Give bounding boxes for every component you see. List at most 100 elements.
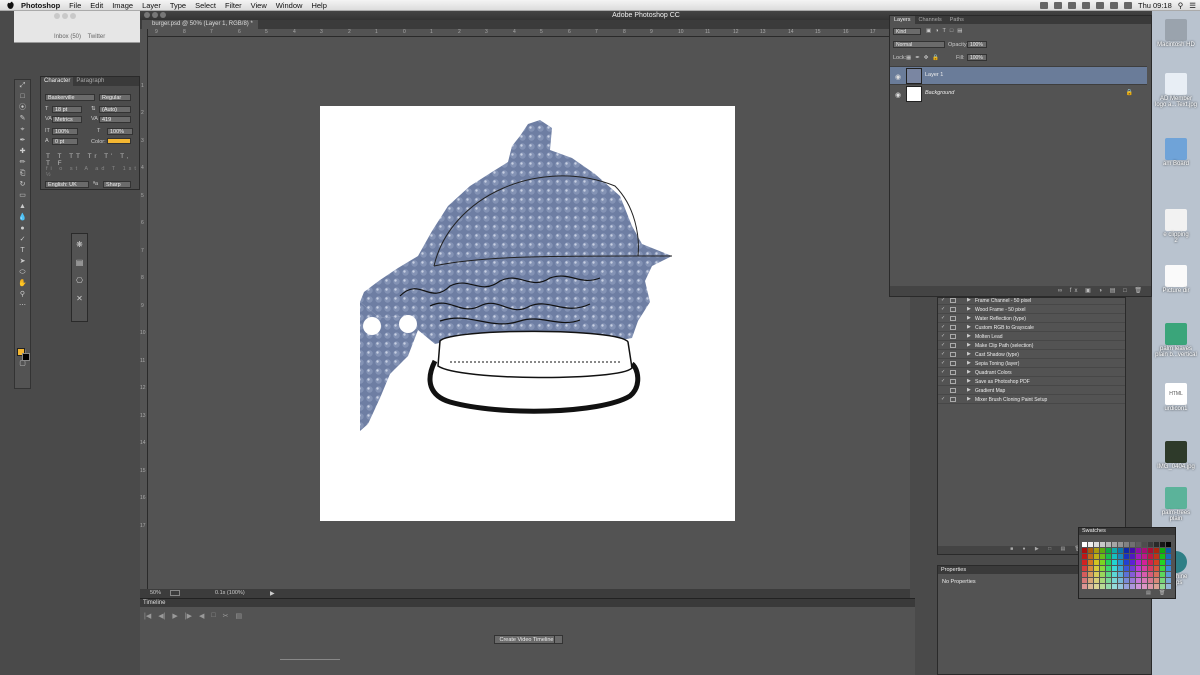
blend-mode-select[interactable]: Normal [893, 41, 945, 48]
kerning-field[interactable]: Metrics [52, 116, 82, 123]
color-swatch[interactable] [1148, 542, 1153, 547]
color-swatch[interactable] [1088, 584, 1093, 589]
color-swatch[interactable] [1166, 578, 1171, 583]
desktop-item[interactable]: Macintosh HD [1152, 19, 1200, 48]
expand-triangle-icon[interactable]: ▶ [967, 360, 971, 366]
desktop-item[interactable]: HTML urdicon1 [1152, 383, 1200, 412]
action-row[interactable]: ✓ ▶ Sepia Toning (layer) [938, 359, 1125, 368]
paint-bucket-icon[interactable]: ▲ [16, 202, 29, 211]
action-row[interactable]: ✓ ▶ Quadrant Colors [938, 368, 1125, 377]
action-check-icon[interactable]: ✓ [941, 360, 945, 366]
action-dialog-icon[interactable] [950, 343, 956, 348]
color-swatch[interactable] [1112, 584, 1117, 589]
minimize-button[interactable] [62, 13, 68, 19]
color-swatch[interactable] [1088, 554, 1093, 559]
color-swatch[interactable] [1118, 584, 1123, 589]
color-swatch[interactable] [1118, 554, 1123, 559]
opacity-field[interactable]: 100% [967, 41, 987, 48]
pen-tool-icon[interactable]: ✓ [16, 235, 29, 244]
zoom-level[interactable]: 50% [150, 590, 161, 596]
menu-app-name[interactable]: Photoshop [21, 1, 60, 10]
action-dialog-icon[interactable] [950, 316, 956, 321]
color-swatch[interactable] [1148, 584, 1153, 589]
color-swatch[interactable] [1094, 554, 1099, 559]
canvas-workspace[interactable] [148, 37, 910, 589]
color-swatch[interactable] [1100, 548, 1105, 553]
action-dialog-icon[interactable] [950, 298, 956, 303]
lock-icons[interactable]: ▦✒✥🔒 [906, 55, 943, 61]
ruler-horizontal[interactable]: 9 8 7 6 5 4 3 2 1 0 1 2 3 4 5 6 7 8 9 10… [148, 29, 910, 37]
menu-help[interactable]: Help [311, 1, 326, 10]
clone-stamp-icon[interactable]: ⎗ [16, 169, 29, 178]
more-tools-icon[interactable]: ⋯ [16, 301, 29, 310]
desktop-item[interactable]: Picture dir [1152, 265, 1200, 294]
expand-triangle-icon[interactable]: ▶ [967, 387, 971, 393]
color-swatch[interactable] [1106, 560, 1111, 565]
color-swatch[interactable] [1130, 554, 1135, 559]
menu-edit[interactable]: Edit [90, 1, 103, 10]
menubar-clock[interactable]: Thu 09:18 [1138, 1, 1172, 10]
desktop-item[interactable]: IMG_0404.jpg [1152, 441, 1200, 470]
color-swatch[interactable] [1130, 548, 1135, 553]
color-swatch[interactable] [1154, 560, 1159, 565]
share-icon[interactable] [170, 590, 180, 596]
color-swatch[interactable] [1142, 566, 1147, 571]
color-swatch[interactable] [1112, 548, 1117, 553]
desktop-item[interactable]: e clipping 2 [1152, 209, 1200, 244]
color-swatch[interactable] [1166, 572, 1171, 577]
color-swatch[interactable] [1130, 566, 1135, 571]
color-swatch[interactable] [1124, 584, 1129, 589]
color-swatch[interactable] [1130, 572, 1135, 577]
color-swatch[interactable] [1154, 584, 1159, 589]
text-color-swatch[interactable] [107, 138, 131, 144]
color-swatch[interactable] [1154, 572, 1159, 577]
fill-field[interactable]: 100% [967, 54, 987, 61]
layer-filter-select[interactable]: Kind [893, 28, 921, 35]
action-dialog-icon[interactable] [950, 361, 956, 366]
menu-layer[interactable]: Layer [142, 1, 161, 10]
brush-tool-icon[interactable]: ✏ [16, 158, 29, 167]
color-swatch[interactable] [1082, 560, 1087, 565]
action-check-icon[interactable]: ✓ [941, 342, 945, 348]
font-family-select[interactable]: Baskerville [45, 94, 95, 101]
properties-title[interactable]: Properties [941, 567, 966, 573]
menu-view[interactable]: View [251, 1, 267, 10]
color-swatch[interactable] [1160, 578, 1165, 583]
color-swatch[interactable] [1106, 542, 1111, 547]
ruler-vertical[interactable]: 1 2 3 4 5 6 7 8 9 10 11 12 13 14 15 16 1… [140, 29, 148, 589]
swatches-title[interactable]: Swatches [1082, 528, 1106, 534]
color-swatch[interactable] [1160, 566, 1165, 571]
time-machine-icon[interactable] [1067, 2, 1076, 9]
layer-row[interactable]: ◉ Layer 1 [890, 66, 1147, 84]
color-swatch[interactable] [1148, 554, 1153, 559]
action-check-icon[interactable]: ✓ [941, 306, 945, 312]
quick-select-tool-icon[interactable]: ✎ [16, 114, 29, 123]
expand-triangle-icon[interactable]: ▶ [967, 297, 971, 303]
creative-cloud-icon[interactable] [1039, 2, 1048, 9]
color-swatch[interactable] [1106, 554, 1111, 559]
color-swatch[interactable] [1142, 554, 1147, 559]
color-swatch[interactable] [1118, 566, 1123, 571]
horizontal-scale-field[interactable]: 100% [107, 128, 133, 135]
action-dialog-icon[interactable] [950, 370, 956, 375]
shape-tool-icon[interactable]: ⬭ [16, 268, 29, 277]
color-swatch[interactable] [1154, 578, 1159, 583]
action-check-icon[interactable]: ✓ [941, 315, 945, 321]
color-swatch[interactable] [1082, 542, 1087, 547]
color-swatch[interactable] [1094, 542, 1099, 547]
color-swatch[interactable] [1100, 584, 1105, 589]
new-swatch-icon[interactable]: ▤ [1146, 590, 1151, 596]
color-swatch[interactable] [1130, 560, 1135, 565]
menu-image[interactable]: Image [112, 1, 133, 10]
color-swatch[interactable] [1142, 560, 1147, 565]
color-swatch[interactable] [1166, 548, 1171, 553]
layer-name[interactable]: Background [925, 90, 954, 96]
expand-triangle-icon[interactable]: ▶ [967, 351, 971, 357]
color-swatch[interactable] [1082, 554, 1087, 559]
color-swatch[interactable] [1082, 584, 1087, 589]
action-row[interactable]: ✓ ▶ Custom RGB to Grayscale [938, 323, 1125, 332]
menu-window[interactable]: Window [276, 1, 303, 10]
action-check-icon[interactable]: ✓ [941, 378, 945, 384]
font-size-field[interactable]: 18 pt [52, 106, 82, 113]
color-swatch[interactable] [1124, 554, 1129, 559]
